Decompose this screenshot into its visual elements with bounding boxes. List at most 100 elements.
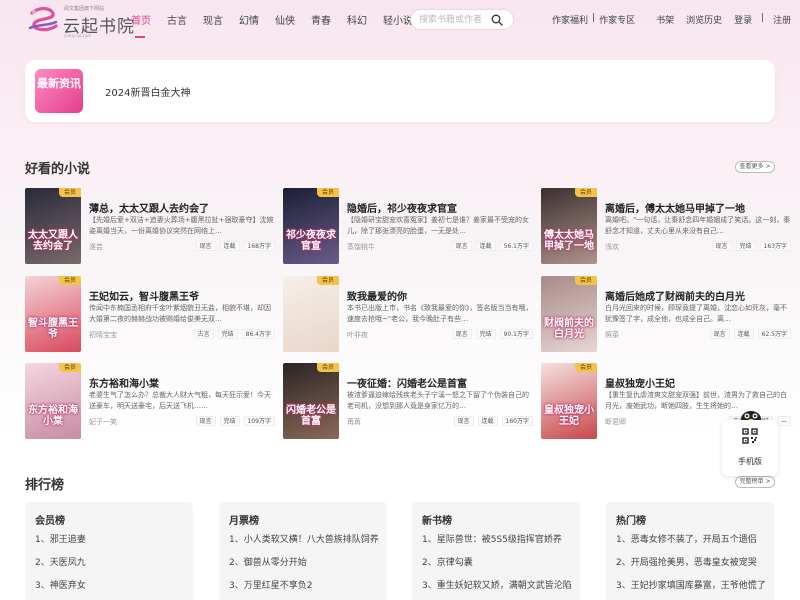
book-author[interactable]: 苒苒 [347,417,361,427]
nav-item-home[interactable]: 首页 [131,12,151,38]
book-cover-title: 智斗腹黑王爷 [28,318,78,340]
ranking-board-title[interactable]: 会员榜 [35,512,65,527]
ranking-item[interactable]: 3、万里红星不享负2 [229,578,383,591]
book-description: 被渣爹逼迫嫁给残疾老头子宁溪一怒之下留了个伪装自己的老司机，没想到那人竟是身家亿… [347,391,529,410]
site-logo[interactable]: 阅文集团旗下网站 云起书院 yunqi.qq.com [26,2,134,38]
book-card[interactable]: 傅太太她马甲掉了一地 会员 离婚后，傅太太她马甲掉了一地 离婚吧。"一句话，让秦舒念四… [541,188,791,264]
ranking-item[interactable]: 1、小人类软又横！八大兽族排队饲养 [229,532,383,545]
ranking-item[interactable]: 2、开局强抢美男，恶毒皇女被宠哭 [616,555,770,568]
nav-item-guyan[interactable]: 古言 [167,12,187,27]
book-cover[interactable]: 智斗腹黑王爷 会员 [25,276,81,352]
status-tag: 完结 [475,329,496,339]
ranking-item[interactable]: 3、重生妖妃软又娇，满朝文武皆沦陷 [422,578,576,591]
book-title[interactable]: 隐婚后，祁少夜夜求官宣 [347,200,457,215]
ranking-board-title[interactable]: 新书榜 [422,512,452,527]
genre-tag: 现言 [195,416,216,426]
nav-item-light-novel[interactable]: 轻小说 [383,12,413,27]
ranking-item[interactable]: 1、星际兽世：被5S5级指挥官娇养 [422,532,576,545]
search-input[interactable] [419,13,491,27]
news-banner[interactable]: 最新资讯 2024新晋白金大神 [25,60,775,122]
book-author[interactable]: 蒸馏桃牛 [347,242,375,252]
word-count-tag: 62.5万字 [757,329,791,339]
ranking-item[interactable]: 2、天医凤九 [35,555,189,568]
history-link[interactable]: 浏览历史 [686,13,722,26]
search-icon[interactable] [491,14,503,26]
book-card[interactable]: 会员 致我最爱的你 本书已出版上市，书名《致我最爱的你》，签名版当当有哦，速度去抢哦… [283,276,533,352]
book-author[interactable]: 断君卿 [605,417,626,427]
book-card[interactable]: 闪婚老公是首富 会员 一夜征婚：闪婚老公是首富 被渣爹逼迫嫁给残疾老头子宁溪一怒之下留… [283,363,533,439]
book-title[interactable]: 王妃如云，智斗腹黑王爷 [89,288,199,303]
book-author[interactable]: 初晴宝宝 [89,330,117,340]
vip-badge: 会员 [575,276,597,285]
logo-slogan: 阅文集团旗下网站 [64,6,105,12]
writer-benefits-link[interactable]: 作家福利 [552,13,588,26]
book-description: 白月光回来的时候，顾琛竟提了离婚，沈恋心如死灰，毫不犹豫签了字，成全他，也成全自… [605,304,787,323]
login-link[interactable]: 登录 [734,13,752,26]
book-author[interactable]: 妃子一笑 [89,417,117,427]
book-cover[interactable]: 会员 [283,276,339,352]
writer-zone-link[interactable]: 作家专区 [599,13,635,26]
book-cover[interactable]: 傅太太她马甲掉了一地 会员 [541,188,597,264]
ranking-item[interactable]: 1、恶毒女修不装了，开局五个遗侣 [616,532,770,545]
vip-badge: 会员 [317,276,339,285]
book-cover[interactable]: 太太又跟人去约会了 会员 [25,188,81,264]
book-card[interactable]: 智斗腹黑王爷 会员 王妃如云，智斗腹黑王爷 传闻中东楠国丞相府千金叶紫烟貌丑无盐，相貌… [25,276,275,352]
vip-badge: 会员 [59,363,81,372]
book-title[interactable]: 离婚后她成了财阀前夫的白月光 [605,288,745,303]
book-tags: 现言 完结 163万字 [708,241,791,251]
genre-tag: 现言 [453,416,474,426]
book-title[interactable]: 致我最爱的你 [347,288,407,303]
book-title[interactable]: 皇叔独宠小王妃 [605,375,675,390]
book-description: 【先婚后爱+双洁+追妻火葬场+腹黑拉扯+强取豪夺】沈婉姿离婚当天，一份离婚协议突… [89,216,274,235]
status-tag: 连载 [219,241,240,251]
book-description: 老婆生气了怎么办？总裁大人财大气粗，每天狂示爱！今天送豪车，明天送豪宅，后天送飞… [89,391,271,410]
book-cover[interactable]: 祁少夜夜求官宣 会员 [283,188,339,264]
book-card[interactable]: 太太又跟人去约会了 会员 薄总，太太又跟人去约会了 【先婚后爱+双洁+追妻火葬场+腹黑… [25,188,275,264]
book-cover-title: 财阀前夫的白月光 [544,318,594,340]
book-card[interactable]: 财阀前夫的白月光 会员 离婚后她成了财阀前夫的白月光 白月光回来的时候，顾琛竟提了离婚… [541,276,791,352]
book-cover-title: 东方裕和海小棠 [28,405,78,427]
book-author[interactable]: 叶非夜 [347,330,368,340]
mobile-version-float[interactable]: 手机版 [722,420,778,476]
news-badge: 最新资讯 [35,69,83,113]
book-title[interactable]: 薄总，太太又跟人去约会了 [89,200,209,215]
view-more-button[interactable]: 查看更多 > [735,161,775,173]
nav-item-xianyan[interactable]: 现言 [203,12,223,27]
nav-item-xianxia[interactable]: 仙侠 [275,12,295,27]
ranking-board: 会员榜 1、邪王追妻 2、天医凤九 3、神医弃女 [25,502,193,600]
book-description: 离婚吧。"一句话，让秦舒念四年婚姻成了笑话。这一刻，秦舒念才知道，丈夫心里从来没… [605,216,791,235]
nav-item-huanqing[interactable]: 幻情 [239,12,259,27]
book-cover[interactable]: 闪婚老公是首富 会员 [283,363,339,439]
ranking-item[interactable]: 2、京律勾囊 [422,555,576,568]
divider: | [761,13,765,23]
book-cover[interactable]: 财阀前夫的白月光 会员 [541,276,597,352]
ranking-item[interactable]: 3、神医弃女 [35,578,189,591]
book-author[interactable]: 淮芸 [89,242,103,252]
bookshelf-link[interactable]: 书架 [656,13,674,26]
book-title[interactable]: 东方裕和海小棠 [89,375,159,390]
book-author[interactable]: 照菜 [605,330,619,340]
book-cover-title: 闪婚老公是首富 [286,405,336,427]
nav-item-qingchun[interactable]: 青春 [311,12,331,27]
word-count-tag: 160万字 [501,416,533,426]
book-title[interactable]: 离婚后，傅太太她马甲掉了一地 [605,200,745,215]
ranking-item[interactable]: 1、邪王追妻 [35,532,189,545]
full-ranking-button[interactable]: 完整榜单 > [735,476,775,488]
book-title[interactable]: 一夜征婚：闪婚老公是首富 [347,375,467,390]
ranking-item[interactable]: 3、王妃抄家填国库暴富，王爷他慌了 [616,578,770,591]
word-count-tag: 86.4万字 [241,329,275,339]
register-link[interactable]: 注册 [773,13,791,26]
book-cover-title: 皇叔独宠小王妃 [544,405,594,427]
book-cover[interactable]: 皇叔独宠小王妃 会员 [541,363,597,439]
vip-badge: 会员 [575,188,597,197]
news-headline[interactable]: 2024新晋白金大神 [105,84,190,99]
book-cover[interactable]: 东方裕和海小棠 会员 [25,363,81,439]
book-card[interactable]: 祁少夜夜求官宣 会员 隐婚后，祁少夜夜求官宣 【隐婚研宝甜宠欢喜冤家】姜初七是谁？姜家… [283,188,533,264]
main-nav: 首页 古言 现言 幻情 仙侠 青春 科幻 轻小说 [131,12,429,38]
ranking-board-title[interactable]: 月票榜 [229,512,259,527]
nav-item-kehuan[interactable]: 科幻 [347,12,367,27]
ranking-item[interactable]: 2、御兽从零分开始 [229,555,383,568]
book-author[interactable]: 浅欢 [605,242,619,252]
book-card[interactable]: 东方裕和海小棠 会员 东方裕和海小棠 老婆生气了怎么办？总裁大人财大气粗，每天狂示爱！… [25,363,275,439]
ranking-board-title[interactable]: 热门榜 [616,512,646,527]
